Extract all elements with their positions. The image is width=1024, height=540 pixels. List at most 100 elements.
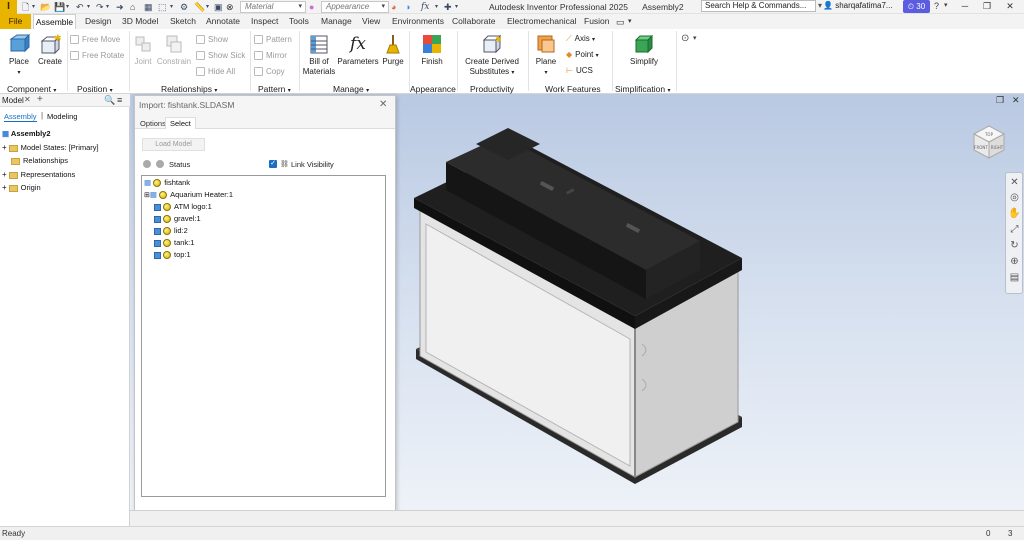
ribbon-options-dropdown-icon[interactable]: ▾ (628, 17, 632, 25)
mirror-button[interactable]: Mirror (254, 51, 287, 61)
search-input[interactable]: Search Help & Commands... (701, 0, 816, 12)
part-icon[interactable]: ▣ (214, 2, 223, 12)
open-icon[interactable]: 📂 (40, 2, 51, 12)
tab-electromechanical[interactable]: Electromechanical (507, 14, 576, 29)
tab-3d-model[interactable]: 3D Model (122, 14, 158, 29)
tree-root[interactable]: ▦ fishtank (144, 178, 190, 188)
search-dropdown-icon[interactable]: ▾ (818, 1, 822, 10)
point-button[interactable]: ◆ Point ▾ (566, 50, 599, 61)
status-icon[interactable] (159, 191, 168, 200)
tab-tools[interactable]: Tools (289, 14, 309, 29)
redo-dropdown-icon[interactable]: ▾ (106, 2, 109, 12)
arrow-icon[interactable]: ➜ (116, 2, 124, 12)
group-simplification-label[interactable]: Simplification ▾ (615, 84, 670, 94)
tab-inspect[interactable]: Inspect (251, 14, 278, 29)
expand-icon[interactable]: + (2, 183, 7, 192)
save-icon[interactable]: 💾 (54, 2, 65, 12)
group-component-label[interactable]: Component ▾ (7, 84, 56, 94)
group-manage-label[interactable]: Manage ▾ (333, 84, 369, 94)
tree-item[interactable]: tank:1 (154, 238, 194, 248)
appearance-select[interactable]: Appearance ▾ (321, 1, 389, 13)
create-component-button[interactable]: ✱ Create (36, 33, 64, 67)
tab-sketch[interactable]: Sketch (170, 14, 196, 29)
link-visibility-checkbox[interactable]: ✓ (269, 160, 277, 168)
viewcube-right-label[interactable]: RIGHT (991, 145, 1004, 150)
status-icon[interactable] (163, 251, 171, 260)
pattern-button[interactable]: Pattern (254, 35, 292, 45)
minimize-button[interactable]: ─ (955, 0, 975, 13)
zoom-icon[interactable]: ⤢ (1008, 223, 1021, 236)
browser-close-icon[interactable]: ✕ (24, 95, 31, 104)
free-move-button[interactable]: Free Move (70, 35, 120, 45)
status-icon[interactable] (163, 227, 171, 236)
hide-all-button[interactable]: Hide All (196, 67, 235, 77)
status-icon[interactable] (163, 203, 171, 212)
copy-button[interactable]: Copy (254, 67, 285, 77)
joint-button[interactable]: Joint (131, 33, 155, 67)
tab-collaborate[interactable]: Collaborate (452, 14, 495, 29)
close-button[interactable]: ✕ (1000, 0, 1020, 13)
viewcube[interactable]: TOP FRONT RIGHT (970, 122, 1008, 162)
fx-icon[interactable]: fx (421, 2, 429, 12)
dialog-tab-options[interactable]: Options (140, 119, 166, 128)
new-file-icon[interactable]: 🗋 (22, 2, 29, 12)
status-icon[interactable] (163, 215, 171, 224)
constrain-button[interactable]: Constrain (156, 33, 192, 67)
browser-menu-icon[interactable]: ≡ (117, 95, 122, 105)
browser-add-icon[interactable]: + (37, 94, 43, 105)
viewport-restore-icon[interactable]: ❐ (996, 95, 1004, 106)
appearance-icon[interactable]: ● (309, 2, 314, 12)
tab-manage[interactable]: Manage (321, 14, 352, 29)
tab-annotate[interactable]: Annotate (206, 14, 240, 29)
create-derived-substitutes-button[interactable]: ✱ Create Derived Substitutes ▾ (462, 33, 522, 78)
plane-button[interactable]: Plane ▾ (532, 33, 560, 78)
restore-button[interactable]: ❐ (977, 0, 997, 13)
dialog-close-button[interactable]: ✕ (379, 99, 387, 110)
color-override-icon[interactable]: ◕ (391, 2, 396, 12)
browser-root[interactable]: ▦ Assembly2 (2, 129, 51, 139)
viewcube-front-label[interactable]: FRONT (974, 145, 988, 150)
group-position-label[interactable]: Position ▾ (77, 84, 113, 94)
tab-environments[interactable]: Environments (392, 14, 444, 29)
steering-wheel-icon[interactable]: ◎ (1008, 191, 1021, 204)
save-dropdown-icon[interactable]: ▾ (66, 2, 69, 12)
user-account[interactable]: 👤 sharqafatima7... (823, 1, 893, 10)
simplify-button[interactable]: Simplify (626, 33, 662, 67)
purge-button[interactable]: Purge (380, 33, 406, 67)
browser-node-origin[interactable]: + Origin (2, 183, 41, 193)
measure-icon[interactable]: 📏 (194, 2, 205, 12)
load-model-button[interactable]: Load Model (142, 138, 205, 151)
finish-button[interactable]: Finish (416, 33, 448, 67)
update-icon[interactable]: ⚙ (180, 2, 188, 12)
expand-icon[interactable]: + (2, 170, 7, 179)
material-select[interactable]: Material ▾ (240, 1, 306, 13)
bill-of-materials-button[interactable]: Bill of Materials (301, 33, 337, 77)
notification-badge[interactable]: ⏲ 30 (903, 0, 930, 13)
cancel-icon[interactable]: ⊗ (226, 2, 234, 12)
browser-node-model-states[interactable]: + Model States: [Primary] (2, 143, 99, 153)
undo-dropdown-icon[interactable]: ▾ (87, 2, 90, 12)
help-dropdown-icon[interactable]: ▾ (944, 1, 948, 9)
parameters-button[interactable]: fx Parameters (337, 33, 379, 67)
show-sick-button[interactable]: Show Sick (196, 51, 245, 61)
customize-dropdown-icon[interactable]: ▾ (455, 2, 458, 12)
ribbon-options-icon[interactable]: ▭ (616, 17, 625, 28)
home-icon[interactable]: ⌂ (130, 2, 135, 12)
browser-search-icon[interactable]: 🔍 (104, 95, 115, 106)
tab-view[interactable]: View (362, 14, 380, 29)
browser-tab-modeling[interactable]: Modeling (47, 112, 77, 121)
browser-node-representations[interactable]: + Representations (2, 170, 75, 180)
tree-item[interactable]: top:1 (154, 250, 191, 260)
free-rotate-button[interactable]: Free Rotate (70, 51, 124, 61)
app-logo[interactable]: I (0, 0, 17, 14)
expand-icon[interactable]: + (2, 143, 7, 152)
redo-icon[interactable]: ↷ (96, 2, 104, 12)
look-at-icon[interactable]: ⊕ (1008, 255, 1021, 268)
axis-button[interactable]: ⟋ Axis ▾ (566, 34, 595, 45)
grid-icon[interactable]: ▦ (144, 2, 153, 12)
tree-item[interactable]: lid:2 (154, 226, 188, 236)
tab-fusion[interactable]: Fusion (584, 14, 610, 29)
tab-assemble[interactable]: Assemble (33, 14, 76, 29)
nav-customize-icon[interactable]: ▤ (1008, 271, 1021, 284)
add-icon[interactable]: ✚ (444, 2, 452, 12)
